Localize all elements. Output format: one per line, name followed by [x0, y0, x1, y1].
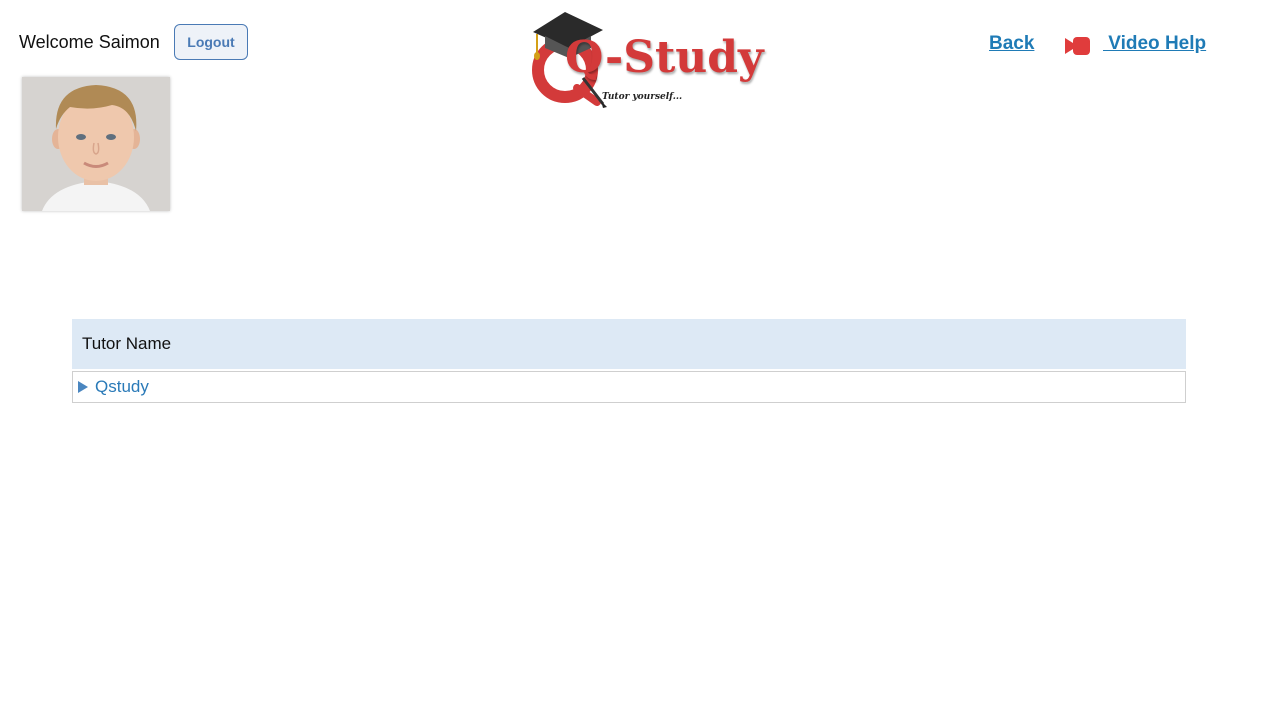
expand-arrow-icon[interactable]	[76, 380, 90, 394]
logo: Q-Study Tutor yourself...	[525, 8, 764, 112]
avatar	[22, 77, 170, 211]
page: Welcome Saimon Logout Q-Study Tutor your…	[0, 0, 1280, 720]
video-camera-icon[interactable]	[1065, 36, 1091, 56]
logo-brand: Q-Study	[565, 32, 764, 83]
tutor-table: Tutor Name Qstudy	[72, 319, 1186, 403]
back-link[interactable]: Back	[989, 33, 1034, 55]
column-header: Tutor Name	[72, 319, 1186, 369]
table-row[interactable]: Qstudy	[72, 371, 1186, 403]
video-help-link[interactable]: Video Help	[1103, 33, 1206, 55]
welcome-text: Welcome Saimon	[19, 32, 160, 52]
logo-tagline: Tutor yourself...	[602, 92, 683, 102]
tutor-name-link[interactable]: Qstudy	[95, 377, 149, 397]
logout-button[interactable]: Logout	[174, 24, 248, 60]
avatar-image	[22, 77, 170, 211]
